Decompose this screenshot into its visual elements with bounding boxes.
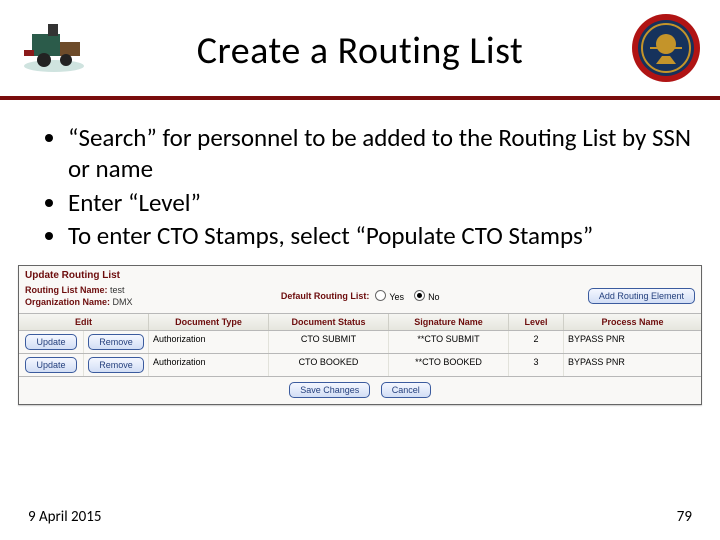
col-process: Process Name <box>564 314 701 330</box>
update-button[interactable]: Update <box>25 357 76 373</box>
default-routing-field: Default Routing List: Yes No <box>281 290 440 302</box>
default-routing-no-radio[interactable]: No <box>414 290 440 302</box>
bullet-item: Enter “Level” <box>68 187 692 218</box>
routing-list-name-value: test <box>110 285 125 295</box>
grid-header-row: Edit Document Type Document Status Signa… <box>19 314 701 331</box>
col-sig-name: Signature Name <box>389 314 509 330</box>
organization-name-label: Organization Name: <box>25 297 110 307</box>
routing-list-name-field: Routing List Name: test <box>25 285 133 295</box>
routing-list-name-label: Routing List Name: <box>25 285 108 295</box>
add-routing-element-button[interactable]: Add Routing Element <box>588 288 695 304</box>
cell-level: 2 <box>509 331 564 353</box>
cancel-button[interactable]: Cancel <box>381 382 431 398</box>
footer-date: 9 April 2015 <box>28 508 101 526</box>
cell-level: 3 <box>509 354 564 376</box>
cell-process: BYPASS PNR <box>564 354 701 376</box>
organization-name-field: Organization Name: DMX <box>25 297 133 307</box>
default-routing-label: Default Routing List: <box>281 291 370 301</box>
cell-process: BYPASS PNR <box>564 331 701 353</box>
save-changes-button[interactable]: Save Changes <box>289 382 370 398</box>
col-edit: Edit <box>19 314 149 330</box>
usmc-seal-icon <box>630 12 702 84</box>
cell-sig-name: **CTO BOOKED <box>389 354 509 376</box>
page-number: 79 <box>677 508 692 526</box>
radio-label: No <box>428 292 440 302</box>
default-routing-yes-radio[interactable]: Yes <box>375 290 404 302</box>
col-level: Level <box>509 314 564 330</box>
cell-doc-status: CTO BOOKED <box>269 354 389 376</box>
grid-footer: Save Changes Cancel <box>19 377 701 404</box>
cell-doc-type: Authorization <box>149 354 269 376</box>
remove-button[interactable]: Remove <box>88 334 144 350</box>
slide-footer: 9 April 2015 79 <box>0 508 720 526</box>
table-row: Update Remove Authorization CTO BOOKED *… <box>19 354 701 377</box>
col-doc-type: Document Type <box>149 314 269 330</box>
organization-name-value: DMX <box>113 297 133 307</box>
page-title: Create a Routing List <box>0 28 720 74</box>
routing-grid: Edit Document Type Document Status Signa… <box>19 313 701 377</box>
bullet-list: “Search” for personnel to be added to th… <box>48 122 692 251</box>
bullet-item: “Search” for personnel to be added to th… <box>68 122 692 185</box>
col-doc-status: Document Status <box>269 314 389 330</box>
cell-sig-name: **CTO SUBMIT <box>389 331 509 353</box>
panel-title: Update Routing List <box>19 266 701 283</box>
table-row: Update Remove Authorization CTO SUBMIT *… <box>19 331 701 354</box>
bullet-item: To enter CTO Stamps, select “Populate CT… <box>68 220 692 251</box>
cell-doc-type: Authorization <box>149 331 269 353</box>
radio-label: Yes <box>389 292 404 302</box>
cell-doc-status: CTO SUBMIT <box>269 331 389 353</box>
routing-list-panel: Update Routing List Routing List Name: t… <box>18 265 702 405</box>
update-button[interactable]: Update <box>25 334 76 350</box>
slide-header: Create a Routing List <box>0 0 720 100</box>
panel-topbar: Routing List Name: test Organization Nam… <box>19 283 701 313</box>
remove-button[interactable]: Remove <box>88 357 144 373</box>
